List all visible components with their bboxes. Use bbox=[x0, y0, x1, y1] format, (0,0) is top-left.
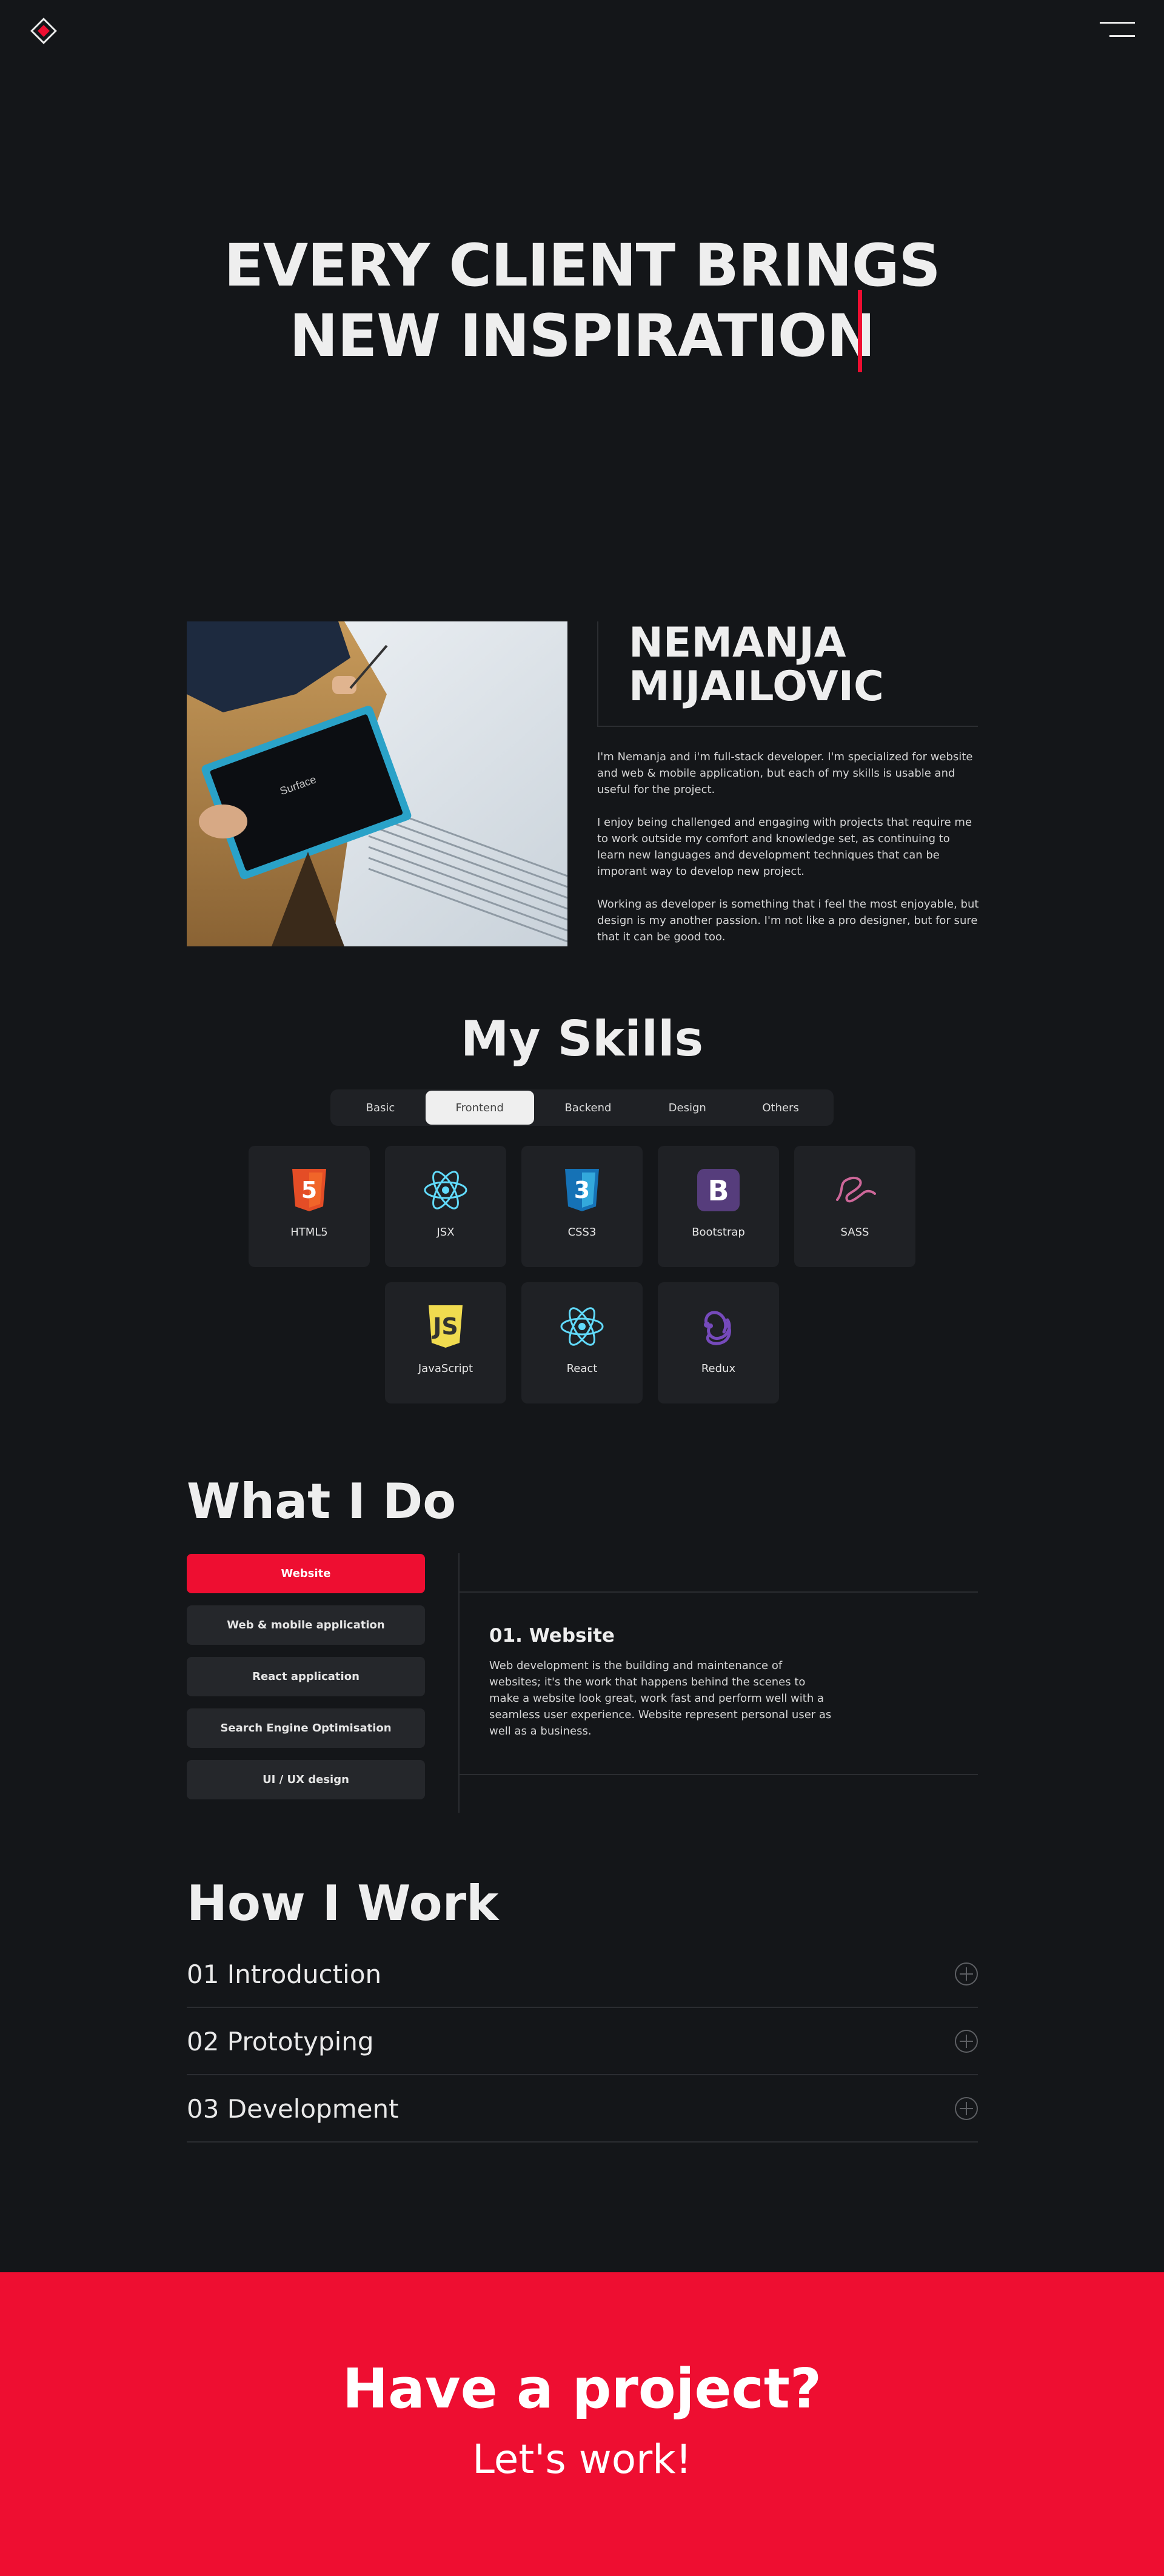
service-detail: 01. Website Web development is the build… bbox=[489, 1625, 835, 1739]
skill-card-sass[interactable]: SASS bbox=[794, 1146, 915, 1267]
hero: EVERY CLIENT BRINGS NEW INSPIRATION bbox=[0, 230, 1164, 371]
skill-label: Bootstrap bbox=[692, 1226, 745, 1239]
skill-label: React bbox=[566, 1362, 598, 1375]
skill-card-javascript[interactable]: JS JavaScript bbox=[385, 1282, 506, 1403]
accordion-label: 03 Development bbox=[187, 2093, 399, 2124]
accordion-label: 02 Prototyping bbox=[187, 2026, 374, 2056]
about-name-heading: NEMANJA MIJAILOVIC bbox=[629, 621, 978, 709]
javascript-icon: JS bbox=[423, 1304, 468, 1349]
diamond-logo-icon bbox=[30, 18, 57, 44]
tab-backend[interactable]: Backend bbox=[534, 1091, 643, 1125]
about-paragraph-2: I enjoy being challenged and engaging wi… bbox=[597, 816, 972, 878]
hero-title: EVERY CLIENT BRINGS NEW INSPIRATION bbox=[0, 230, 1164, 371]
how-i-work-title: How I Work bbox=[187, 1875, 499, 1932]
tab-design[interactable]: Design bbox=[642, 1091, 732, 1125]
hero-line-2: NEW INSPIRATION bbox=[289, 302, 875, 370]
cta-section[interactable]: Have a project? Let's work! bbox=[0, 2272, 1164, 2576]
tab-frontend[interactable]: Frontend bbox=[425, 1091, 534, 1125]
about-photo: Surface bbox=[187, 621, 567, 946]
skill-label: SASS bbox=[840, 1226, 869, 1239]
about-first-name: NEMANJA bbox=[629, 619, 846, 667]
svg-text:5: 5 bbox=[301, 1177, 317, 1203]
about-last-name: MIJAILOVIC bbox=[629, 663, 884, 711]
redux-icon bbox=[696, 1304, 741, 1349]
what-i-do-title: What I Do bbox=[187, 1473, 457, 1530]
html5-icon: 5 bbox=[287, 1168, 332, 1213]
bootstrap-icon: B bbox=[696, 1168, 741, 1213]
service-seo-button[interactable]: Search Engine Optimisation bbox=[187, 1708, 425, 1748]
skill-card-react[interactable]: React bbox=[521, 1282, 643, 1403]
service-uiux-button[interactable]: UI / UX design bbox=[187, 1760, 425, 1799]
accordion-label: 01 Introduction bbox=[187, 1959, 382, 1989]
skill-card-css3[interactable]: 3 CSS3 bbox=[521, 1146, 643, 1267]
svg-text:3: 3 bbox=[574, 1177, 590, 1203]
about-paragraph-3: Working as developer is something that i… bbox=[597, 898, 979, 943]
cta-subtitle[interactable]: Let's work! bbox=[0, 2436, 1164, 2483]
plus-circle-icon[interactable] bbox=[955, 2097, 978, 2120]
tab-basic[interactable]: Basic bbox=[335, 1091, 426, 1125]
service-web-mobile-button[interactable]: Web & mobile application bbox=[187, 1605, 425, 1645]
skill-card-redux[interactable]: Redux bbox=[658, 1282, 779, 1403]
skill-label: CSS3 bbox=[567, 1226, 597, 1239]
skill-label: Redux bbox=[701, 1362, 736, 1375]
service-detail-heading: 01. Website bbox=[489, 1625, 615, 1647]
skill-card-bootstrap[interactable]: B Bootstrap bbox=[658, 1146, 779, 1267]
plus-circle-icon[interactable] bbox=[955, 1962, 978, 1986]
skill-label: JavaScript bbox=[418, 1362, 473, 1375]
css3-icon: 3 bbox=[560, 1168, 604, 1213]
sass-icon bbox=[832, 1168, 877, 1213]
tab-others[interactable]: Others bbox=[732, 1091, 829, 1125]
accordion-prototyping[interactable]: 02 Prototyping bbox=[187, 2009, 978, 2075]
svg-text:B: B bbox=[707, 1174, 729, 1207]
skills-title: My Skills bbox=[460, 1011, 704, 1067]
accordion-development[interactable]: 03 Development bbox=[187, 2076, 978, 2143]
react-atom-icon bbox=[560, 1304, 604, 1349]
skill-label: HTML5 bbox=[290, 1226, 328, 1239]
divider bbox=[458, 1591, 978, 1593]
about-paragraph-1: I'm Nemanja and i'm full-stack developer… bbox=[597, 751, 973, 796]
service-website-button[interactable]: Website bbox=[187, 1554, 425, 1593]
skills-tabs: Basic Frontend Backend Design Others bbox=[330, 1089, 834, 1126]
typing-cursor bbox=[858, 290, 862, 372]
svg-text:JS: JS bbox=[431, 1313, 458, 1340]
accordion-introduction[interactable]: 01 Introduction bbox=[187, 1941, 978, 2008]
skill-card-html5[interactable]: 5 HTML5 bbox=[249, 1146, 370, 1267]
about-text: I'm Nemanja and i'm full-stack developer… bbox=[597, 749, 979, 962]
cta-title[interactable]: Have a project? bbox=[0, 2357, 1164, 2421]
hero-line-1: EVERY CLIENT BRINGS bbox=[224, 232, 940, 299]
skill-card-jsx[interactable]: JSX bbox=[385, 1146, 506, 1267]
plus-circle-icon[interactable] bbox=[955, 2030, 978, 2053]
service-react-button[interactable]: React application bbox=[187, 1657, 425, 1696]
about-name: NEMANJA MIJAILOVIC bbox=[597, 621, 978, 727]
logo[interactable] bbox=[29, 16, 58, 45]
divider bbox=[458, 1774, 978, 1775]
skill-label: JSX bbox=[436, 1226, 455, 1239]
react-atom-icon bbox=[423, 1168, 468, 1213]
hamburger-menu-icon[interactable] bbox=[1100, 22, 1135, 40]
service-detail-text: Web development is the building and main… bbox=[489, 1659, 832, 1738]
